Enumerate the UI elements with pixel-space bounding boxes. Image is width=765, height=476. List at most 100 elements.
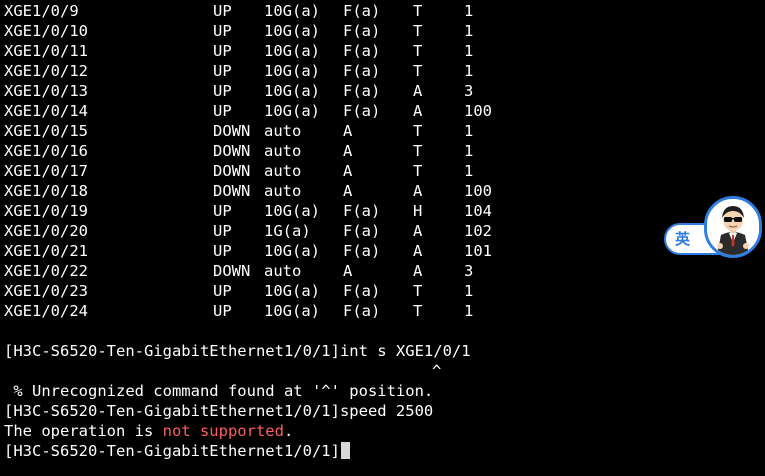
- interface-name: XGE1/0/14: [4, 102, 88, 120]
- terminal-window[interactable]: XGE1/0/9 UP 10G(a) F(a) T 1 XGE1/0/10 UP 10G(a) F…: [4, 0, 765, 476]
- duplex-mode: F(a): [343, 302, 381, 320]
- port-speed: 1G(a): [264, 222, 311, 240]
- port-type: A: [413, 102, 423, 120]
- port-type: T: [413, 162, 423, 180]
- interface-name: XGE1/0/24: [4, 302, 88, 320]
- duplex-mode: F(a): [343, 82, 381, 100]
- link-status: DOWN: [213, 262, 251, 280]
- duplex-mode: A: [343, 262, 353, 280]
- port-speed: 10G(a): [264, 102, 320, 120]
- current-prompt: [H3C-S6520-Ten-GigabitEthernet1/0/1]: [4, 442, 340, 460]
- link-status: UP: [213, 42, 232, 60]
- port-type: T: [413, 62, 423, 80]
- pvid: 1: [464, 2, 474, 20]
- command-line-int: [H3C-S6520-Ten-GigabitEthernet1/0/1]int …: [4, 342, 471, 360]
- port-type: T: [413, 302, 423, 320]
- link-status: DOWN: [213, 182, 251, 200]
- duplex-mode: A: [343, 142, 353, 160]
- duplex-mode: F(a): [343, 282, 381, 300]
- duplex-mode: A: [343, 162, 353, 180]
- interface-name: XGE1/0/20: [4, 222, 88, 240]
- link-status: UP: [213, 202, 232, 220]
- pvid: 1: [464, 302, 474, 320]
- result-suffix: .: [283, 422, 294, 440]
- ime-mode-label: 英: [675, 230, 691, 248]
- pvid: 100: [464, 182, 492, 200]
- link-status: UP: [213, 282, 232, 300]
- link-status: UP: [213, 102, 232, 120]
- command-line-speed: [H3C-S6520-Ten-GigabitEthernet1/0/1]spee…: [4, 402, 434, 420]
- cartoon-man-in-suit-icon[interactable]: [704, 196, 762, 258]
- port-type: T: [413, 42, 423, 60]
- interface-name: XGE1/0/23: [4, 282, 88, 300]
- interface-name: XGE1/0/22: [4, 262, 88, 280]
- port-type: A: [413, 262, 423, 280]
- interface-name: XGE1/0/12: [4, 62, 88, 80]
- port-speed: 10G(a): [264, 2, 320, 20]
- interface-name: XGE1/0/10: [4, 22, 88, 40]
- link-status: UP: [213, 242, 232, 260]
- port-speed: auto: [264, 262, 302, 280]
- link-status: DOWN: [213, 122, 251, 140]
- port-speed: 10G(a): [264, 62, 320, 80]
- interface-name: XGE1/0/13: [4, 82, 88, 100]
- duplex-mode: F(a): [343, 222, 381, 240]
- pvid: 1: [464, 142, 474, 160]
- link-status: UP: [213, 62, 232, 80]
- port-speed: auto: [264, 122, 302, 140]
- pvid: 1: [464, 42, 474, 60]
- link-status: DOWN: [213, 142, 251, 160]
- interface-name: XGE1/0/15: [4, 122, 88, 140]
- result-prefix: The operation is: [4, 422, 163, 440]
- port-speed: auto: [264, 142, 302, 160]
- port-speed: 10G(a): [264, 42, 320, 60]
- port-speed: 10G(a): [264, 202, 320, 220]
- interface-name: XGE1/0/11: [4, 42, 88, 60]
- duplex-mode: A: [343, 122, 353, 140]
- interface-name: XGE1/0/17: [4, 162, 88, 180]
- port-type: T: [413, 122, 423, 140]
- duplex-mode: F(a): [343, 62, 381, 80]
- pvid: 3: [464, 262, 474, 280]
- port-type: T: [413, 142, 423, 160]
- duplex-mode: F(a): [343, 42, 381, 60]
- duplex-mode: F(a): [343, 242, 381, 260]
- current-prompt-line[interactable]: [H3C-S6520-Ten-GigabitEthernet1/0/1]: [4, 441, 350, 461]
- duplex-mode: F(a): [343, 202, 381, 220]
- result-not-supported: not supported: [162, 422, 284, 440]
- error-caret: ^: [432, 362, 442, 380]
- link-status: UP: [213, 302, 232, 320]
- port-type: T: [413, 2, 423, 20]
- duplex-mode: F(a): [343, 2, 381, 20]
- port-speed: auto: [264, 162, 302, 180]
- pvid: 102: [464, 222, 492, 240]
- link-status: UP: [213, 82, 232, 100]
- duplex-mode: F(a): [343, 22, 381, 40]
- port-type: A: [413, 242, 423, 260]
- port-speed: 10G(a): [264, 282, 320, 300]
- port-type: H: [413, 202, 423, 220]
- port-type: T: [413, 282, 423, 300]
- pvid: 100: [464, 102, 492, 120]
- port-type: T: [413, 22, 423, 40]
- interface-name: XGE1/0/18: [4, 182, 88, 200]
- interface-name: XGE1/0/21: [4, 242, 88, 260]
- interface-name: XGE1/0/9: [4, 2, 79, 20]
- pvid: 104: [464, 202, 492, 220]
- link-status: UP: [213, 22, 232, 40]
- duplex-mode: F(a): [343, 102, 381, 120]
- pvid: 1: [464, 162, 474, 180]
- pvid: 1: [464, 122, 474, 140]
- text-cursor[interactable]: [340, 442, 350, 459]
- port-speed: auto: [264, 182, 302, 200]
- pvid: 1: [464, 22, 474, 40]
- port-type: A: [413, 222, 423, 240]
- link-status: DOWN: [213, 162, 251, 180]
- pvid: 1: [464, 62, 474, 80]
- link-status: UP: [213, 2, 232, 20]
- ime-floating-widget[interactable]: 英: [664, 196, 764, 260]
- port-type: A: [413, 82, 423, 100]
- port-type: A: [413, 182, 423, 200]
- port-speed: 10G(a): [264, 242, 320, 260]
- port-speed: 10G(a): [264, 22, 320, 40]
